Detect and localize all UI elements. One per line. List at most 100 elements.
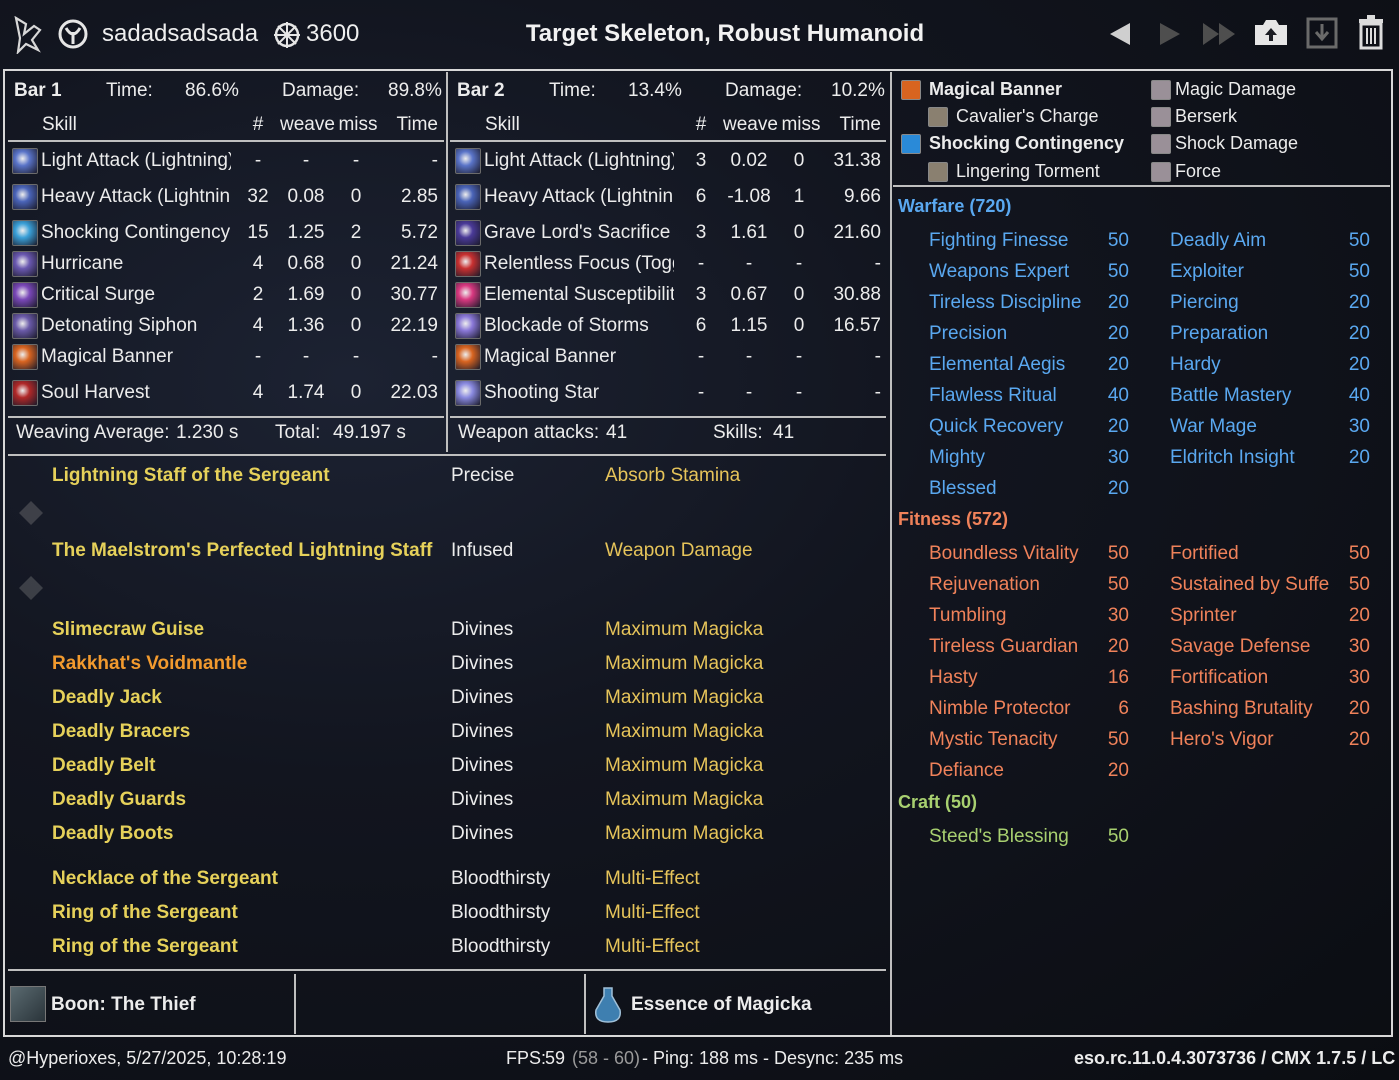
champion-star[interactable]: Deadly Aim 50 xyxy=(1140,227,1376,257)
champion-star[interactable]: Fighting Finesse 50 xyxy=(899,227,1135,257)
champion-star[interactable]: Tireless Discipline 20 xyxy=(899,289,1135,319)
skill-name: Magical Banner xyxy=(41,346,174,367)
gear-enchant: Maximum Magicka xyxy=(605,721,764,742)
champion-star[interactable]: Battle Mastery 40 xyxy=(1140,382,1376,412)
skill-time: 9.66 xyxy=(844,186,881,207)
star-points: 30 xyxy=(1348,636,1370,657)
helmet-icon xyxy=(16,618,44,646)
champion-star[interactable]: Defiance 20 xyxy=(899,757,1135,787)
skill-miss: - xyxy=(795,253,803,274)
star-icon xyxy=(899,416,923,440)
bar2-header-divider xyxy=(450,140,886,142)
champion-star[interactable]: War Mage 30 xyxy=(1140,413,1376,443)
champion-star[interactable]: Steed's Blessing 50 xyxy=(899,823,1135,853)
champion-star[interactable]: Boundless Vitality 50 xyxy=(899,540,1135,570)
champion-star[interactable]: Blessed 20 xyxy=(899,475,1135,505)
champion-star[interactable]: Savage Defense 30 xyxy=(1140,633,1376,663)
belt-icon xyxy=(16,754,44,782)
cmx-logo-icon xyxy=(14,16,42,54)
star-icon xyxy=(899,354,923,378)
champion-star[interactable]: Flawless Ritual 40 xyxy=(899,382,1135,412)
next-fight-icon[interactable] xyxy=(1156,20,1184,48)
skill-miss: 0 xyxy=(793,315,805,336)
star-points: 50 xyxy=(1348,230,1370,251)
gear-name: Deadly Guards xyxy=(52,789,187,810)
gear-row: Ring of the Sergeant Bloodthirsty Multi-Ef… xyxy=(14,933,889,963)
gear-row: Ring of the Sergeant Bloodthirsty Multi-Ef… xyxy=(14,899,889,929)
champion-star[interactable]: Rejuvenation 50 xyxy=(899,571,1135,601)
star-icon xyxy=(899,636,923,660)
passive-name: Shock Damage xyxy=(1175,133,1299,153)
champion-star[interactable]: Mighty 30 xyxy=(899,444,1135,474)
delete-icon[interactable] xyxy=(1356,14,1386,50)
champion-star[interactable]: Piercing 20 xyxy=(1140,289,1376,319)
skill-icon xyxy=(12,220,38,246)
champion-star[interactable]: Hardy 20 xyxy=(1140,351,1376,381)
gear-name: Necklace of the Sergeant xyxy=(52,868,278,889)
gear-enchant: Multi-Effect xyxy=(605,936,700,957)
gear-enchant: Maximum Magicka xyxy=(605,755,764,776)
champion-star[interactable]: Sustained by Suffe 50 xyxy=(1140,571,1376,601)
last-fight-icon[interactable] xyxy=(1201,20,1239,48)
skill-count: 2 xyxy=(252,284,264,305)
skill-icon xyxy=(455,380,481,406)
star-name: Precision xyxy=(929,323,1008,344)
star-points: 16 xyxy=(1107,667,1129,688)
skill-time: 5.72 xyxy=(401,222,438,243)
star-name: Battle Mastery xyxy=(1170,385,1292,406)
col-count: # xyxy=(252,114,264,135)
star-name: Piercing xyxy=(1170,292,1239,313)
gear-trait: Divines xyxy=(451,789,514,810)
champion-star[interactable]: Elemental Aegis 20 xyxy=(899,351,1135,381)
champion-star[interactable]: Hero's Vigor 20 xyxy=(1140,726,1376,756)
col-weave: weave xyxy=(723,114,778,135)
gear-name: Lightning Staff of the Sergeant xyxy=(52,465,330,486)
skill-icon xyxy=(455,344,481,370)
gear-name: Deadly Jack xyxy=(52,687,162,708)
skill-name: Light Attack (Lightning) xyxy=(484,150,674,171)
star-points: 20 xyxy=(1107,416,1129,437)
slotted-star-icon xyxy=(1140,261,1164,285)
skill-row: Light Attack (Lightning) - - - - xyxy=(8,146,444,176)
upload-icon[interactable] xyxy=(1252,16,1290,48)
champion-star[interactable]: Fortification 30 xyxy=(1140,664,1376,694)
passive-name: Magic Damage xyxy=(1175,79,1297,99)
star-name: Exploiter xyxy=(1170,261,1244,282)
champion-star[interactable]: Mystic Tenacity 50 xyxy=(899,726,1135,756)
champion-star[interactable]: Tumbling 30 xyxy=(899,602,1135,632)
star-icon xyxy=(1140,416,1164,440)
champion-star[interactable]: Weapons Expert 50 xyxy=(899,258,1135,288)
previous-fight-icon[interactable] xyxy=(1106,20,1134,48)
champion-star[interactable]: Eldritch Insight 20 xyxy=(1140,444,1376,474)
warfare-header: Warfare (720) xyxy=(898,196,1012,216)
champion-star[interactable]: Bashing Brutality 20 xyxy=(1140,695,1376,725)
save-icon[interactable] xyxy=(1305,16,1339,50)
ability-icon xyxy=(928,162,948,182)
champion-star[interactable]: Exploiter 50 xyxy=(1140,258,1376,288)
champion-star[interactable]: Sprinter 20 xyxy=(1140,602,1376,632)
star-points: 20 xyxy=(1348,447,1370,468)
gear-name: Deadly Belt xyxy=(52,755,156,776)
champion-star[interactable]: Fortified 50 xyxy=(1140,540,1376,570)
star-name: Fortification xyxy=(1170,667,1269,688)
champion-star[interactable]: Precision 20 xyxy=(899,320,1135,350)
ring-icon xyxy=(16,901,44,929)
champion-star[interactable]: Hasty 16 xyxy=(899,664,1135,694)
skill-row: Relentless Focus (Togg - - - - xyxy=(451,249,887,279)
champion-star[interactable]: Nimble Protector 6 xyxy=(899,695,1135,725)
skill-count: - xyxy=(697,382,705,403)
skill-row: Light Attack (Lightning) 3 0.02 0 31.38 xyxy=(451,146,887,176)
total-value: 49.197 s xyxy=(333,422,406,443)
champion-star[interactable]: Quick Recovery 20 xyxy=(899,413,1135,443)
skill-count: - xyxy=(254,150,262,171)
skill-time: 22.19 xyxy=(390,315,438,336)
skill-weave: 0.02 xyxy=(730,150,768,171)
col-miss: miss xyxy=(781,114,821,135)
bar2-damage-value: 10.2% xyxy=(831,80,885,101)
champion-star[interactable]: Preparation 20 xyxy=(1140,320,1376,350)
skill-weave: 1.69 xyxy=(287,284,325,305)
bar2-title: Bar 2 xyxy=(457,80,505,101)
gear-row: Deadly Boots Divines Maximum Magicka xyxy=(14,820,889,850)
champion-star[interactable]: Tireless Guardian 20 xyxy=(899,633,1135,663)
star-icon xyxy=(899,323,923,347)
